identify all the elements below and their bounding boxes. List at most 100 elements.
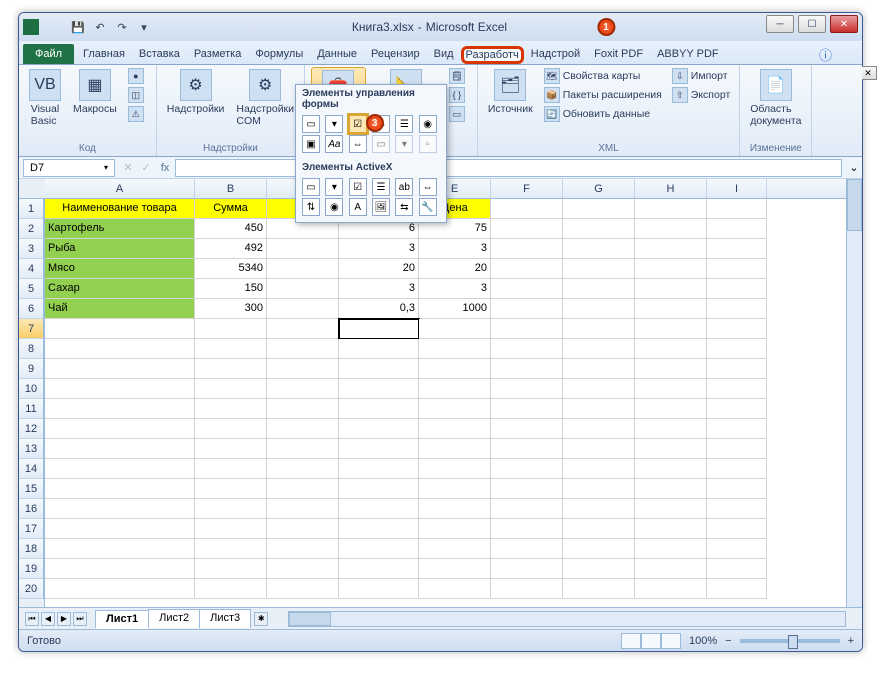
view-code-button[interactable]: { } xyxy=(446,86,471,104)
cell-I11[interactable] xyxy=(707,399,767,419)
help-icon[interactable]: ⓘ xyxy=(819,45,832,64)
cell-F11[interactable] xyxy=(491,399,563,419)
cell-D20[interactable] xyxy=(339,579,419,599)
view-normal-button[interactable] xyxy=(621,633,641,649)
cell-A4[interactable]: Мясо xyxy=(45,259,195,279)
zoom-level[interactable]: 100% xyxy=(689,635,717,647)
cell-H9[interactable] xyxy=(635,359,707,379)
cell-B2[interactable]: 450 xyxy=(195,219,267,239)
cell-H4[interactable] xyxy=(635,259,707,279)
close-button[interactable]: ✕ xyxy=(830,15,858,33)
cell-I13[interactable] xyxy=(707,439,767,459)
cell-D15[interactable] xyxy=(339,479,419,499)
cell-G18[interactable] xyxy=(563,539,635,559)
cell-F1[interactable] xyxy=(491,199,563,219)
cell-E15[interactable] xyxy=(419,479,491,499)
ax-toggle-icon[interactable]: ⇆ xyxy=(395,198,413,216)
cell-A6[interactable]: Чай xyxy=(45,299,195,319)
cell-E18[interactable] xyxy=(419,539,491,559)
cell-G3[interactable] xyxy=(563,239,635,259)
tab-insert[interactable]: Вставка xyxy=(132,44,187,64)
cell-D13[interactable] xyxy=(339,439,419,459)
form-scrollbar-icon[interactable]: ⇔ xyxy=(349,135,367,153)
cell-G12[interactable] xyxy=(563,419,635,439)
select-all-corner[interactable] xyxy=(19,179,45,199)
zoom-out-button[interactable]: − xyxy=(725,635,731,647)
tab-data[interactable]: Данные xyxy=(310,44,364,64)
refresh-data-button[interactable]: 🔄Обновить данные xyxy=(541,105,665,123)
row-header-10[interactable]: 10 xyxy=(19,379,44,399)
tab-layout[interactable]: Разметка xyxy=(187,44,249,64)
cell-F9[interactable] xyxy=(491,359,563,379)
cell-B14[interactable] xyxy=(195,459,267,479)
form-dialog-icon[interactable]: ▫ xyxy=(419,135,437,153)
cell-F3[interactable] xyxy=(491,239,563,259)
cell-G1[interactable] xyxy=(563,199,635,219)
cell-B9[interactable] xyxy=(195,359,267,379)
ax-option-icon[interactable]: ◉ xyxy=(325,198,343,216)
cell-A18[interactable] xyxy=(45,539,195,559)
cell-C12[interactable] xyxy=(267,419,339,439)
cell-E14[interactable] xyxy=(419,459,491,479)
row-header-2[interactable]: 2 xyxy=(19,219,44,239)
tab-review[interactable]: Рецензир xyxy=(364,44,427,64)
ax-scrollbar-icon[interactable]: ⇔ xyxy=(419,178,437,196)
cell-E4[interactable]: 20 xyxy=(419,259,491,279)
cell-E19[interactable] xyxy=(419,559,491,579)
cell-C15[interactable] xyxy=(267,479,339,499)
cell-A8[interactable] xyxy=(45,339,195,359)
cell-H12[interactable] xyxy=(635,419,707,439)
tab-home[interactable]: Главная xyxy=(76,44,132,64)
cell-G6[interactable] xyxy=(563,299,635,319)
ax-button-icon[interactable]: ▭ xyxy=(302,178,320,196)
cell-I5[interactable] xyxy=(707,279,767,299)
cell-B10[interactable] xyxy=(195,379,267,399)
cell-A15[interactable] xyxy=(45,479,195,499)
cell-C8[interactable] xyxy=(267,339,339,359)
tab-addins[interactable]: Надстрой xyxy=(524,44,587,64)
cell-G7[interactable] xyxy=(563,319,635,339)
cell-E13[interactable] xyxy=(419,439,491,459)
cell-C18[interactable] xyxy=(267,539,339,559)
cell-G2[interactable] xyxy=(563,219,635,239)
cell-D12[interactable] xyxy=(339,419,419,439)
cell-A9[interactable] xyxy=(45,359,195,379)
cell-F2[interactable] xyxy=(491,219,563,239)
cell-G11[interactable] xyxy=(563,399,635,419)
cell-B18[interactable] xyxy=(195,539,267,559)
map-properties-button[interactable]: 🗺Свойства карты xyxy=(541,67,665,85)
cell-H14[interactable] xyxy=(635,459,707,479)
cell-I12[interactable] xyxy=(707,419,767,439)
cell-I1[interactable] xyxy=(707,199,767,219)
row-header-9[interactable]: 9 xyxy=(19,359,44,379)
sheet-nav-first[interactable]: ⏮ xyxy=(25,612,39,626)
tab-abbyy[interactable]: ABBYY PDF xyxy=(650,44,726,64)
tab-view[interactable]: Вид xyxy=(427,44,461,64)
document-panel-button[interactable]: 📄Область документа xyxy=(746,67,805,129)
zoom-slider[interactable] xyxy=(740,639,840,643)
cell-F12[interactable] xyxy=(491,419,563,439)
sheet-tab-3[interactable]: Лист3 xyxy=(199,609,251,628)
cell-C14[interactable] xyxy=(267,459,339,479)
column-header-H[interactable]: H xyxy=(635,179,707,198)
cell-D16[interactable] xyxy=(339,499,419,519)
cell-F19[interactable] xyxy=(491,559,563,579)
cell-B8[interactable] xyxy=(195,339,267,359)
form-option-icon[interactable]: ◉ xyxy=(419,115,437,133)
cell-H11[interactable] xyxy=(635,399,707,419)
cell-F20[interactable] xyxy=(491,579,563,599)
cell-D10[interactable] xyxy=(339,379,419,399)
record-macro-button[interactable]: ● xyxy=(125,67,150,85)
cell-G20[interactable] xyxy=(563,579,635,599)
cell-A7[interactable] xyxy=(45,319,195,339)
cell-I15[interactable] xyxy=(707,479,767,499)
cell-F6[interactable] xyxy=(491,299,563,319)
cell-C6[interactable] xyxy=(267,299,339,319)
name-box[interactable]: D7▾ xyxy=(23,159,115,177)
cell-A10[interactable] xyxy=(45,379,195,399)
row-header-5[interactable]: 5 xyxy=(19,279,44,299)
cell-C3[interactable] xyxy=(267,239,339,259)
cell-B5[interactable]: 150 xyxy=(195,279,267,299)
cell-grid[interactable]: Наименование товараСуммаЦенаКартофель450… xyxy=(45,199,846,607)
cell-I8[interactable] xyxy=(707,339,767,359)
